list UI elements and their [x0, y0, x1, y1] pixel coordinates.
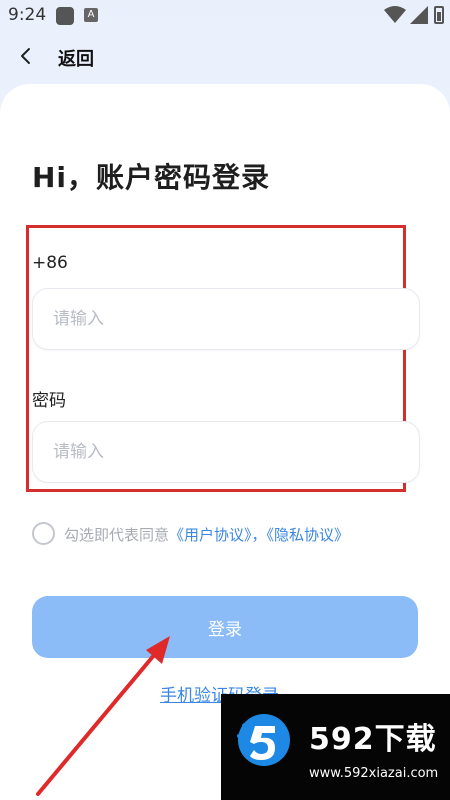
watermark: 592下载 www.592xiazai.com	[221, 694, 450, 800]
phone-country-code-label: +86	[32, 253, 68, 273]
watermark-url: www.592xiazai.com	[309, 766, 439, 781]
agreement-checkbox[interactable]	[32, 522, 55, 545]
wifi-icon	[384, 6, 406, 23]
notification-badge-icon: A	[84, 8, 98, 22]
user-agreement-link[interactable]: 《用户协议》	[169, 526, 252, 544]
password-input[interactable]	[32, 421, 420, 483]
login-button[interactable]: 登录	[32, 596, 418, 658]
chevron-left-icon[interactable]	[14, 44, 38, 68]
back-button[interactable]: 返回	[58, 45, 94, 71]
status-bar: 9:24 A	[0, 0, 450, 32]
watermark-title: 592下载	[309, 722, 437, 757]
watermark-logo-icon	[237, 714, 290, 766]
privacy-agreement-link[interactable]: 《隐私协议》	[267, 526, 350, 544]
battery-icon	[434, 6, 444, 24]
password-label: 密码	[32, 391, 66, 411]
status-time: 9:24	[8, 5, 47, 25]
agreement-text: 勾选即代表同意《用户协议》，《隐私协议》	[64, 524, 349, 545]
agreement-prefix: 勾选即代表同意	[64, 526, 170, 544]
app-square-icon	[56, 7, 74, 25]
phone-input[interactable]	[32, 288, 420, 350]
page-title: Hi，账户密码登录	[32, 161, 271, 194]
signal-icon	[410, 6, 428, 24]
agreement-separator: ，	[251, 526, 267, 544]
